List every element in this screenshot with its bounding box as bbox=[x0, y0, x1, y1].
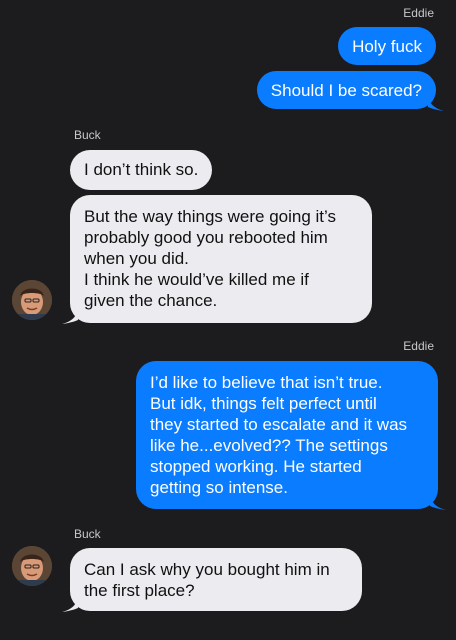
message-bubble-incoming[interactable]: Can I ask why you bought him in the firs… bbox=[70, 548, 362, 611]
avatar-photo-icon bbox=[12, 546, 52, 586]
bubble-tail-icon bbox=[62, 598, 78, 612]
bubble-tail-icon bbox=[62, 310, 78, 324]
bubble-tail-icon bbox=[428, 97, 444, 111]
sender-name-buck-1: Buck bbox=[74, 128, 101, 142]
avatar-photo-icon bbox=[12, 280, 52, 320]
sender-name-eddie-1: Eddie bbox=[403, 6, 434, 20]
message-bubble-outgoing[interactable]: Holy fuck bbox=[338, 27, 436, 65]
message-bubble-incoming[interactable]: But the way things were going it’s proba… bbox=[70, 195, 372, 323]
sender-name-eddie-2: Eddie bbox=[403, 339, 434, 353]
message-bubble-outgoing[interactable]: Should I be scared? bbox=[256, 71, 436, 109]
contact-avatar[interactable] bbox=[12, 546, 52, 586]
message-bubble-incoming[interactable]: I don’t think so. bbox=[70, 150, 213, 190]
bubble-tail-icon bbox=[430, 496, 446, 510]
message-bubble-outgoing[interactable]: I’d like to believe that isn’t true. But… bbox=[136, 361, 438, 509]
contact-avatar[interactable] bbox=[12, 280, 52, 320]
sender-name-buck-2: Buck bbox=[74, 527, 101, 541]
